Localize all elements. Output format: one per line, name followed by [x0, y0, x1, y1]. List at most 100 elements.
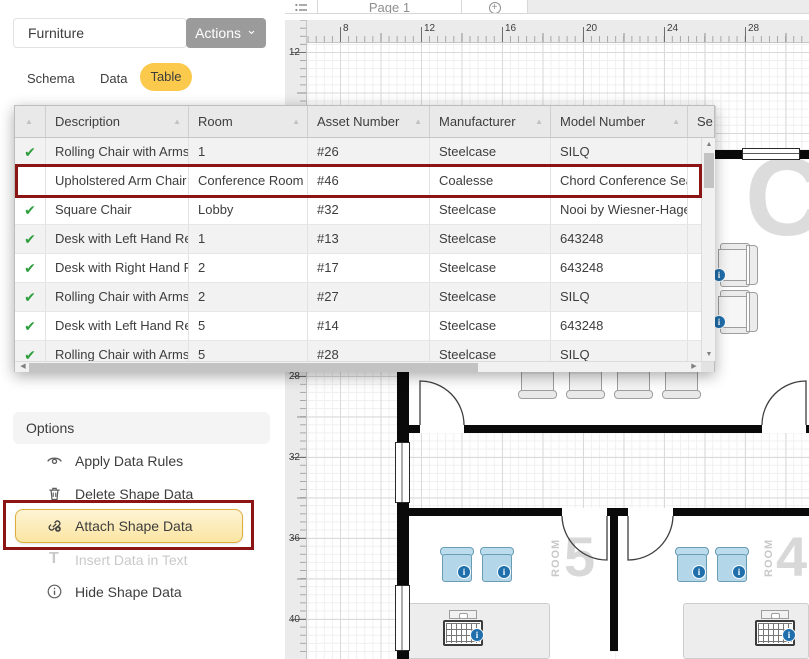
table-row[interactable]: Rolling Chair with Arms...5#28SteelcaseS…	[15, 341, 701, 361]
column-header-model-number[interactable]: Model Number▲	[551, 106, 688, 137]
column-header-room[interactable]: Room▲	[189, 106, 308, 137]
h-ruler-label: 28	[748, 23, 759, 34]
horizontal-scroll-thumb[interactable]	[29, 363, 478, 372]
tab-data[interactable]: Data	[100, 71, 127, 86]
scroll-up-icon[interactable]	[702, 141, 716, 148]
armchair-shape[interactable]	[718, 243, 760, 287]
eye-icon	[46, 451, 66, 471]
check-icon	[15, 254, 46, 282]
dataset-name-field[interactable]: Furniture	[13, 18, 187, 48]
tab-table[interactable]: Table	[140, 63, 192, 91]
vertical-scrollbar[interactable]	[701, 138, 715, 361]
table-cell: Nooi by Wiesner-Hager	[551, 196, 688, 224]
v-ruler-label: 32	[286, 452, 300, 463]
check-icon	[15, 138, 46, 166]
column-header-description[interactable]: Description▲	[46, 106, 189, 137]
chair-shape[interactable]	[566, 370, 606, 400]
option-delete-shape-data[interactable]: Delete Shape Data	[0, 484, 280, 506]
table-cell: Steelcase	[430, 341, 551, 361]
check-icon	[15, 283, 46, 311]
vertical-scroll-thumb[interactable]	[704, 153, 714, 188]
info-icon	[46, 582, 66, 602]
table-cell: Steelcase	[430, 283, 551, 311]
table-row[interactable]: Square ChairLobby#32SteelcaseNooi by Wie…	[15, 196, 701, 225]
table-row[interactable]: Rolling Chair with Arms...2#27SteelcaseS…	[15, 283, 701, 312]
chair-shape[interactable]	[518, 370, 558, 400]
table-row[interactable]: Upholstered Arm ChairConference Room#46C…	[15, 167, 701, 196]
table-row[interactable]: Rolling Chair with Arms...1#26SteelcaseS…	[15, 138, 701, 167]
actions-button[interactable]: Actions	[186, 18, 266, 48]
table-cell: Rolling Chair with Arms...	[46, 138, 189, 166]
blue-chair-shape[interactable]	[715, 547, 749, 583]
scroll-down-icon[interactable]	[702, 351, 716, 358]
table-cell: 643248	[551, 254, 688, 282]
blue-chair-shape[interactable]	[675, 547, 709, 583]
table-cell: Steelcase	[430, 225, 551, 253]
option-apply-data-rules[interactable]: Apply Data Rules	[0, 451, 280, 473]
trash-icon	[46, 484, 66, 504]
keyboard-shape[interactable]	[755, 620, 795, 646]
table-cell: 2	[189, 283, 308, 311]
link-icon	[46, 516, 66, 536]
table-cell: #46	[308, 167, 430, 195]
info-badge-icon[interactable]	[471, 629, 483, 641]
table-cell: #27	[308, 283, 430, 311]
table-cell: Coalesse	[430, 167, 551, 195]
tab-schema[interactable]: Schema	[27, 71, 75, 86]
table-cell: Lobby	[189, 196, 308, 224]
page-tab[interactable]: Page 1	[318, 0, 462, 14]
tab-bar-filler	[528, 0, 809, 14]
blue-chair-shape[interactable]	[480, 547, 514, 583]
column-header-check[interactable]: ▲	[15, 106, 46, 137]
column-header-manufacturer[interactable]: Manufacturer▲	[430, 106, 551, 137]
armchair-shape[interactable]	[718, 290, 760, 334]
text-icon: T	[49, 550, 69, 570]
table-cell: Rolling Chair with Arms...	[46, 341, 189, 361]
info-badge-icon[interactable]	[498, 566, 510, 578]
plus-icon: +	[489, 2, 501, 14]
options-header: Options	[13, 412, 270, 444]
h-ruler-label: 16	[505, 23, 516, 34]
keyboard-tray-shape[interactable]	[761, 610, 789, 619]
option-hide-shape-data[interactable]: Hide Shape Data	[0, 582, 280, 604]
info-badge-icon[interactable]	[783, 629, 795, 641]
table-cell: 2	[189, 254, 308, 282]
table-cell: 5	[189, 341, 308, 361]
info-badge-icon[interactable]	[458, 566, 470, 578]
check-icon	[15, 196, 46, 224]
scroll-right-icon[interactable]	[687, 362, 701, 372]
table-row[interactable]: Desk with Left Hand Re...1#13Steelcase64…	[15, 225, 701, 254]
table-cell: Chord Conference Seat...	[551, 167, 688, 195]
page-list-button[interactable]	[285, 0, 318, 14]
info-badge-icon[interactable]	[733, 566, 745, 578]
table-cell: #13	[308, 225, 430, 253]
horizontal-scrollbar[interactable]	[15, 361, 714, 372]
column-header-se[interactable]: Se	[688, 106, 716, 137]
check-cell-empty	[15, 167, 46, 195]
option-attach-shape-data[interactable]: Attach Shape Data	[0, 516, 280, 538]
keyboard-tray-shape[interactable]	[449, 610, 477, 619]
table-row[interactable]: Desk with Left Hand Re...5#14Steelcase64…	[15, 312, 701, 341]
scroll-left-icon[interactable]	[16, 362, 30, 372]
table-cell: #32	[308, 196, 430, 224]
option-insert-data-in-text: T Insert Data in Text	[0, 550, 280, 572]
v-ruler-label: 28	[286, 371, 300, 382]
h-ruler-label: 12	[424, 23, 435, 34]
table-cell: Steelcase	[430, 196, 551, 224]
table-cell: Desk with Left Hand Re...	[46, 225, 189, 253]
check-icon	[15, 312, 46, 340]
actions-label: Actions	[195, 25, 241, 41]
info-badge-icon[interactable]	[693, 566, 705, 578]
table-cell: Desk with Left Hand Re...	[46, 312, 189, 340]
keyboard-shape[interactable]	[443, 620, 483, 646]
chair-shape[interactable]	[614, 370, 654, 400]
table-row[interactable]: Desk with Right Hand R...2#17Steelcase64…	[15, 254, 701, 283]
scrollbar-corner	[701, 362, 714, 372]
horizontal-ruler: 81216202428	[307, 20, 809, 43]
table-cell: 643248	[551, 312, 688, 340]
add-page-button[interactable]: +	[462, 0, 528, 14]
chair-shape[interactable]	[662, 370, 702, 400]
column-header-asset-number[interactable]: Asset Number▲	[308, 106, 430, 137]
table-cell: Square Chair	[46, 196, 189, 224]
blue-chair-shape[interactable]	[440, 547, 474, 583]
